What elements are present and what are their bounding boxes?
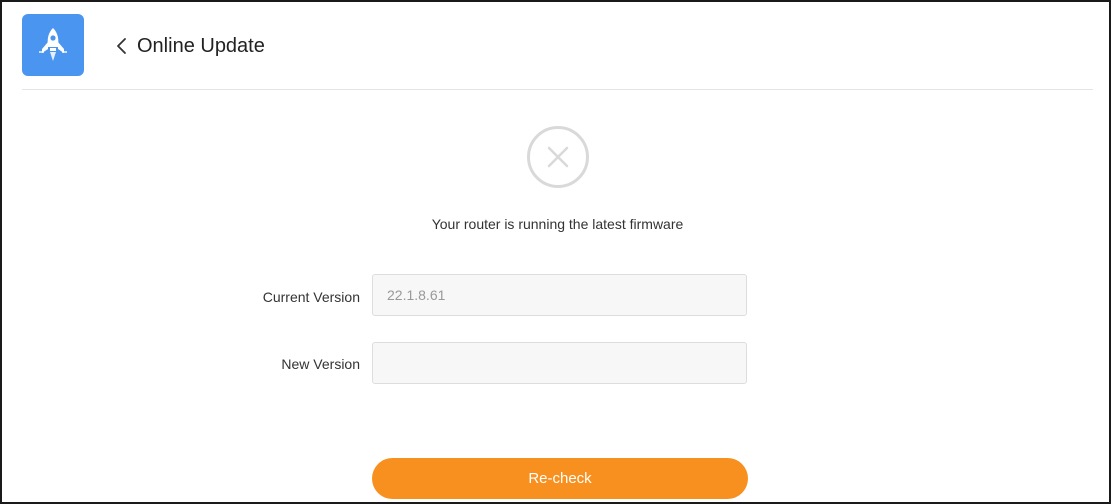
- app-icon: [22, 14, 84, 76]
- recheck-button[interactable]: Re-check: [372, 458, 748, 499]
- new-version-label: New Version: [281, 356, 360, 372]
- page-title: Online Update: [137, 34, 265, 57]
- online-update-window: Online Update Your router is running the…: [0, 0, 1111, 504]
- current-version-field[interactable]: [372, 274, 747, 316]
- back-link[interactable]: Online Update: [115, 31, 265, 61]
- x-circle-icon: [527, 126, 589, 188]
- new-version-field[interactable]: [372, 342, 747, 384]
- chevron-left-icon[interactable]: [115, 36, 129, 56]
- header: Online Update: [22, 14, 1093, 78]
- header-divider: [22, 89, 1093, 90]
- rocket-icon: [39, 28, 67, 61]
- status-message: Your router is running the latest firmwa…: [431, 216, 684, 232]
- current-version-label: Current Version: [262, 289, 360, 305]
